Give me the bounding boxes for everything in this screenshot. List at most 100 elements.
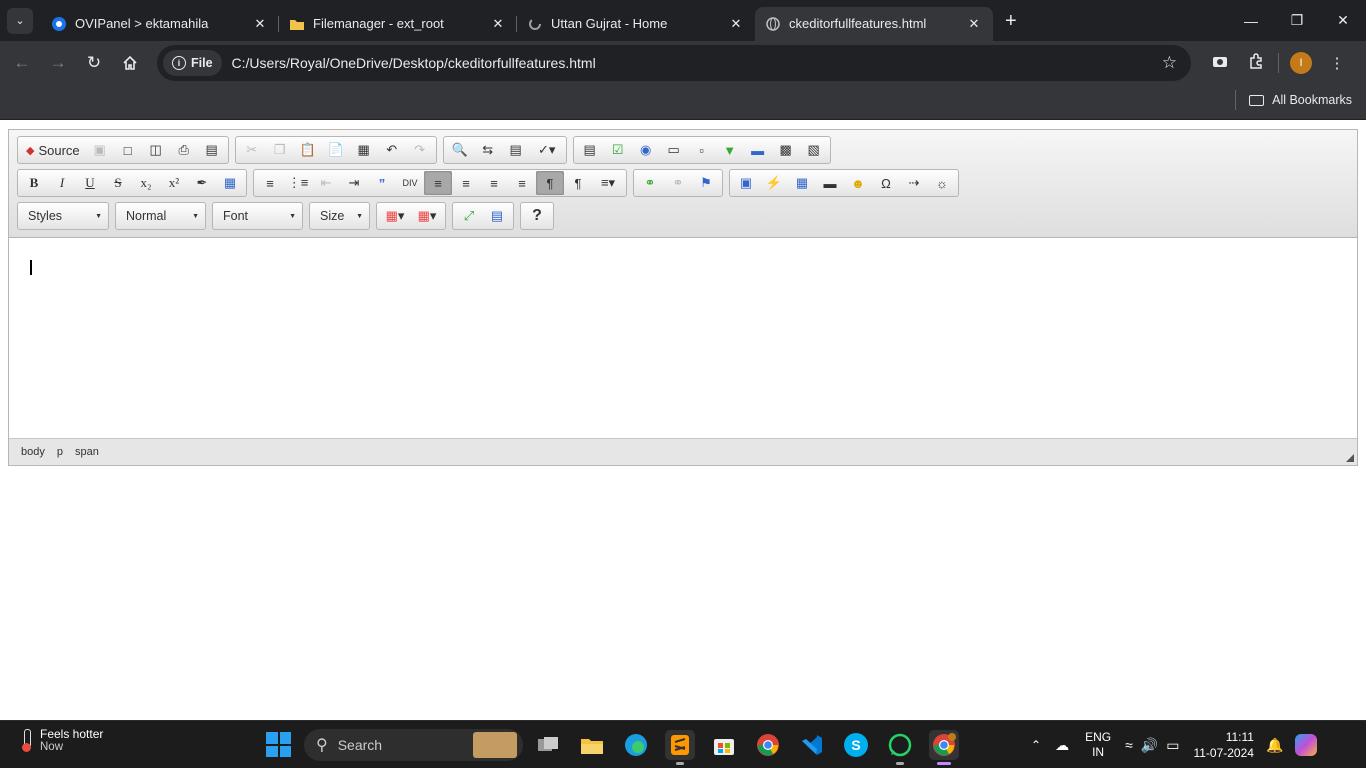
microsoft-store-icon[interactable] [709,730,739,760]
textarea-icon[interactable]: ▫ [688,138,716,162]
tab-search-button[interactable]: ⌄ [7,7,33,34]
whatsapp-icon[interactable] [885,730,915,765]
size-combo[interactable]: Size ▼ [309,202,370,230]
preview-icon[interactable]: ◫ [142,138,170,162]
cut-icon[interactable]: ✂ [238,138,266,162]
wifi-icon[interactable]: ≈ [1125,737,1133,753]
home-icon[interactable] [112,45,148,81]
sublime-text-icon[interactable] [665,730,695,765]
task-view-icon[interactable] [533,730,563,760]
bold-icon[interactable]: B [20,171,48,195]
align-left-icon[interactable]: ≡ [424,171,452,195]
styles-combo[interactable]: Styles ▼ [17,202,109,230]
copy-icon[interactable]: ❐ [266,138,294,162]
smiley-icon[interactable]: ☻ [844,171,872,195]
outdent-icon[interactable]: ⇤ [312,171,340,195]
close-icon[interactable]: ✕ [489,16,507,32]
path-span[interactable]: span [75,446,99,458]
close-icon[interactable]: ✕ [727,16,745,32]
horizontal-line-icon[interactable]: ▬ [816,171,844,195]
minimize-icon[interactable]: — [1228,0,1274,41]
path-body[interactable]: body [21,446,45,458]
edge-icon[interactable] [621,730,651,760]
close-icon[interactable]: ✕ [251,16,269,32]
tab-ovipanel[interactable]: OVIPanel > ektamahila ✕ [41,7,279,41]
special-char-icon[interactable]: Ω [872,171,900,195]
chrome-profile-icon[interactable] [929,730,959,765]
chrome-icon[interactable] [753,730,783,760]
show-blocks-icon[interactable]: ▤ [483,204,511,228]
windows-start-icon[interactable] [266,732,291,757]
skype-icon[interactable]: S [841,730,871,760]
tab-filemanager[interactable]: Filemanager - ext_root ✕ [279,7,517,41]
templates-icon[interactable]: ▤ [198,138,226,162]
taskbar-search[interactable]: ⚲ Search [304,729,523,761]
tab-uttan-gujrat[interactable]: Uttan Gujrat - Home ✕ [517,7,755,41]
close-window-icon[interactable]: ✕ [1320,0,1366,41]
replace-icon[interactable]: ⇆ [474,138,502,162]
back-icon[interactable]: ← [4,45,40,81]
textfield-icon[interactable]: ▭ [660,138,688,162]
new-page-icon[interactable]: □ [114,138,142,162]
maximize-icon[interactable]: ⤢ [455,204,483,228]
resize-handle-icon[interactable] [1346,454,1354,462]
create-div-icon[interactable]: DIV [396,171,424,195]
flash-icon[interactable]: ⚡ [760,171,788,195]
justify-icon[interactable]: ≡ [508,171,536,195]
rtl-icon[interactable]: ¶ [564,171,592,195]
paste-icon[interactable]: 📋 [294,138,322,162]
bookmark-star-icon[interactable]: ☆ [1162,53,1177,73]
image-icon[interactable]: ▣ [732,171,760,195]
image-button-icon[interactable]: ▩ [772,138,800,162]
volume-icon[interactable]: 🔊 [1141,737,1158,754]
source-button[interactable]: ◆ Source [20,138,86,162]
superscript-icon[interactable]: x² [160,171,188,195]
bulleted-list-icon[interactable]: ⋮≡ [284,171,312,195]
indent-icon[interactable]: ⇥ [340,171,368,195]
paste-text-icon[interactable]: 📄 [322,138,350,162]
checkbox-icon[interactable]: ☑ [604,138,632,162]
copilot-icon[interactable] [1295,734,1318,756]
clock[interactable]: 11:11 11-07-2024 [1193,729,1254,761]
address-bar[interactable]: i File C:/Users/Royal/OneDrive/Desktop/ck… [157,45,1191,81]
screenshot-icon[interactable] [1202,54,1238,72]
button-field-icon[interactable]: ▬ [744,138,772,162]
extensions-icon[interactable] [1238,53,1274,73]
language-indicator[interactable]: ENG IN [1085,730,1111,760]
iframe-icon[interactable]: ☼ [928,171,956,195]
language-icon[interactable]: ≡▾ [592,171,624,195]
path-p[interactable]: p [57,446,63,458]
profile-avatar[interactable]: I [1290,52,1312,74]
subscript-icon[interactable]: x₂ [132,171,160,195]
underline-icon[interactable]: U [76,171,104,195]
url-text[interactable]: C:/Users/Royal/OneDrive/Desktop/ckeditor… [232,55,596,71]
strikethrough-icon[interactable]: S [104,171,132,195]
file-explorer-icon[interactable] [577,730,607,760]
new-tab-icon[interactable]: + [1005,11,1017,31]
align-center-icon[interactable]: ≡ [452,171,480,195]
battery-icon[interactable]: ▭ [1166,737,1179,754]
weather-widget[interactable]: Feels hotter Now [20,727,103,753]
form-icon[interactable]: ▤ [576,138,604,162]
remove-format-icon[interactable]: ✒ [188,171,216,195]
hidden-field-icon[interactable]: ▧ [800,138,828,162]
reload-icon[interactable]: ↻ [76,45,112,81]
bg-color-icon[interactable]: ▦ ▾ [411,204,443,228]
help-button[interactable]: ? [523,204,551,228]
chevron-up-icon[interactable]: ⌃ [1031,738,1041,752]
text-color-icon[interactable]: ▦ ▾ [379,204,411,228]
ltr-icon[interactable]: ¶ [536,171,564,195]
editor-content-area[interactable] [9,238,1357,438]
link-icon[interactable]: ⚭ [636,171,664,195]
onedrive-off-icon[interactable]: ☁ [1055,737,1069,754]
select-all-icon[interactable]: ▤ [502,138,530,162]
tab-ckeditor[interactable]: ckeditorfullfeatures.html ✕ [755,6,993,41]
find-icon[interactable]: 🔍 [446,138,474,162]
italic-icon[interactable]: I [48,171,76,195]
align-right-icon[interactable]: ≡ [480,171,508,195]
notification-bell-icon[interactable]: 🔔 [1266,737,1283,754]
save-icon[interactable]: ▣ [86,138,114,162]
more-menu-icon[interactable]: ⋮ [1319,54,1355,72]
restore-icon[interactable]: ❐ [1274,0,1320,41]
numbered-list-icon[interactable]: ≡ [256,171,284,195]
